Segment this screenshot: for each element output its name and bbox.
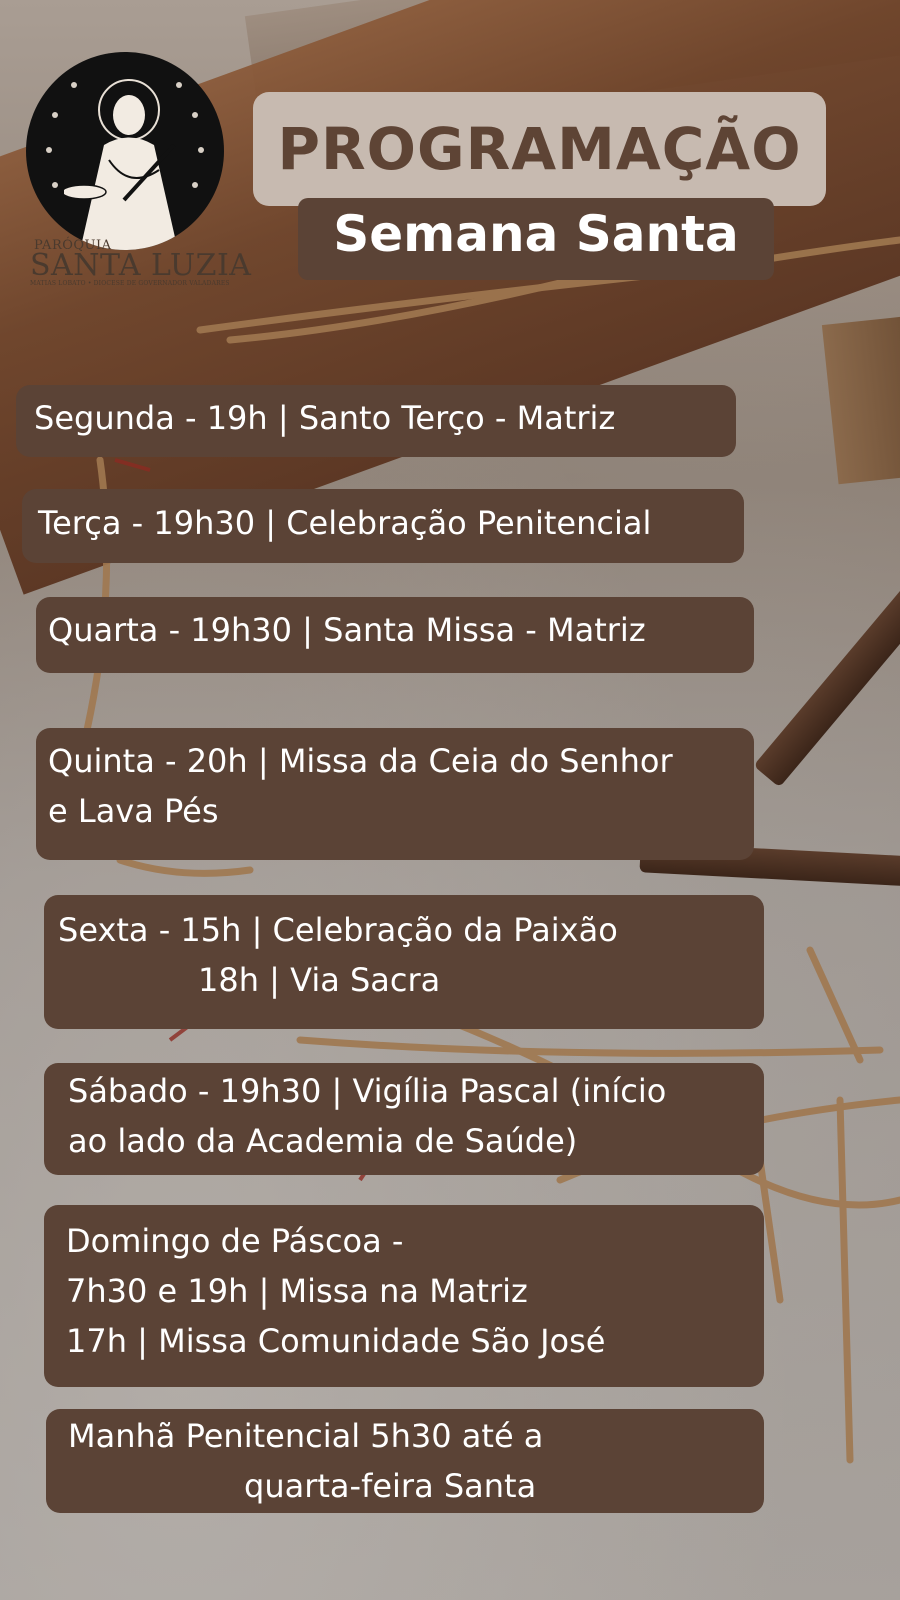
schedule-line: Segunda - 19h | Santo Terço - Matriz <box>34 399 616 437</box>
parish-logo: PARÓQUIA SANTA LUZIA MATIAS LOBATO • DIO… <box>22 52 251 292</box>
schedule-line: 18h | Via Sacra <box>198 961 441 999</box>
logo-parish-name: SANTA LUZIA <box>30 248 252 283</box>
schedule-line: 17h | Missa Comunidade São José <box>66 1322 606 1360</box>
schedule-item-quarta: Quarta - 19h30 | Santa Missa - Matriz <box>36 597 754 673</box>
schedule-line: Sexta - 15h | Celebração da Paixão <box>58 911 618 949</box>
logo-subline: MATIAS LOBATO • DIOCESE DE GOVERNADOR VA… <box>30 280 230 287</box>
page-title: PROGRAMAÇÃO <box>277 115 802 183</box>
title-banner: PROGRAMAÇÃO <box>253 92 826 206</box>
schedule-item-domingo: Domingo de Páscoa - 7h30 e 19h | Missa n… <box>44 1205 764 1387</box>
schedule-line: Sábado - 19h30 | Vigília Pascal (início <box>68 1072 667 1110</box>
schedule-line: Quinta - 20h | Missa da Ceia do Senhor <box>48 742 673 780</box>
schedule-item-quinta: Quinta - 20h | Missa da Ceia do Senhor e… <box>36 728 754 860</box>
saint-luzia-figure-icon <box>64 79 178 250</box>
schedule-item-sabado: Sábado - 19h30 | Vigília Pascal (início … <box>44 1063 764 1175</box>
schedule-line: e Lava Pés <box>48 792 219 830</box>
schedule-item-terca: Terça - 19h30 | Celebração Penitencial <box>22 489 744 563</box>
schedule-item-manha-penitencial: Manhã Penitencial 5h30 até a quarta-feir… <box>46 1409 764 1513</box>
schedule-line: Quarta - 19h30 | Santa Missa - Matriz <box>48 611 646 649</box>
logo-emblem <box>26 52 224 250</box>
schedule-line: ao lado da Academia de Saúde) <box>68 1122 578 1160</box>
schedule-line: Manhã Penitencial 5h30 até a <box>68 1417 544 1455</box>
subtitle-banner: Semana Santa <box>298 198 774 280</box>
schedule-item-segunda: Segunda - 19h | Santo Terço - Matriz <box>16 385 736 457</box>
schedule-line: Domingo de Páscoa - <box>66 1222 404 1260</box>
schedule-line: Terça - 19h30 | Celebração Penitencial <box>38 504 652 542</box>
schedule-line: quarta-feira Santa <box>244 1467 537 1505</box>
page-subtitle: Semana Santa <box>333 205 739 263</box>
schedule-item-sexta: Sexta - 15h | Celebração da Paixão 18h |… <box>44 895 764 1029</box>
schedule-line: 7h30 e 19h | Missa na Matriz <box>66 1272 528 1310</box>
flyer: PARÓQUIA SANTA LUZIA MATIAS LOBATO • DIO… <box>0 0 900 1600</box>
